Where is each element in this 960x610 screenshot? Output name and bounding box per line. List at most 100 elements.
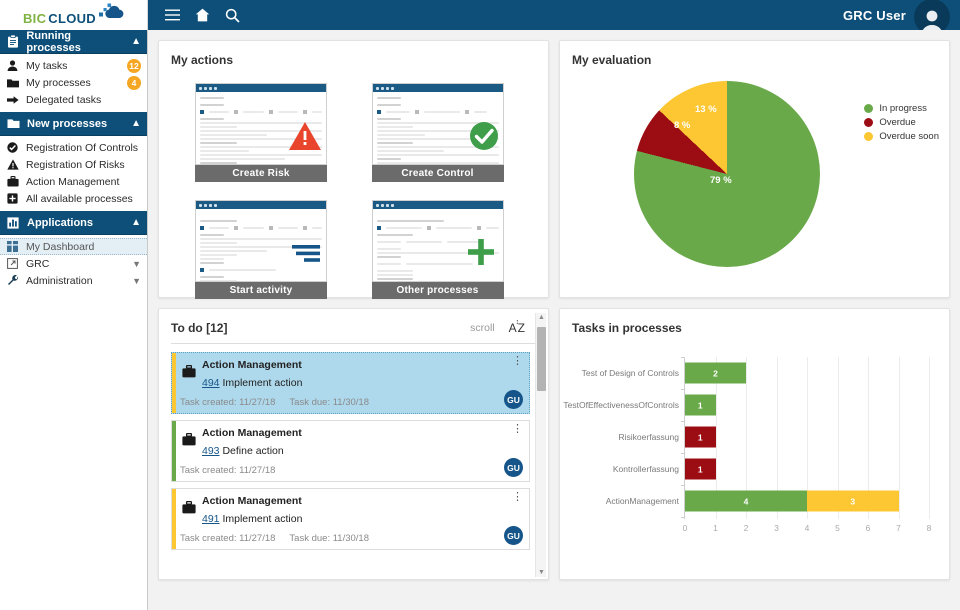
sidebar: Running processes ▲ My tasks 12 My proce… bbox=[0, 30, 148, 610]
sidebar-group-new-processes: Registration Of Controls Registration Of… bbox=[0, 136, 147, 211]
x-tick-label: 2 bbox=[743, 523, 749, 533]
sidebar-item-administration[interactable]: Administration ▼ bbox=[0, 272, 147, 289]
task-process-name: Action Management bbox=[202, 359, 302, 371]
bar-segment-label: 1 bbox=[685, 426, 716, 448]
chevron-down-icon[interactable]: ▼ bbox=[132, 259, 141, 269]
home-icon[interactable] bbox=[194, 7, 210, 23]
top-navigation-bar: GRC User bbox=[148, 0, 960, 35]
todo-scrollbar[interactable]: ▲ ▼ bbox=[535, 313, 546, 577]
task-due-date: Task due: 11/30/18 bbox=[289, 533, 369, 544]
sidebar-item-label: Registration Of Risks bbox=[26, 158, 125, 171]
external-link-icon bbox=[6, 257, 19, 270]
task-process-name: Action Management bbox=[202, 427, 302, 439]
todo-title: To do [12] bbox=[171, 321, 228, 335]
bar-test-of-design-of-controls: 2 bbox=[685, 362, 746, 384]
tasks-in-processes-title: Tasks in processes bbox=[572, 321, 682, 335]
sidebar-group-running-processes: My tasks 12 My processes 4 Delegated tas… bbox=[0, 54, 147, 112]
arrow-right-icon bbox=[6, 93, 19, 106]
warning-triangle-icon bbox=[288, 121, 322, 154]
legend-swatch-overdue bbox=[864, 118, 874, 127]
more-vertical-icon[interactable]: ⋮ bbox=[512, 492, 523, 502]
task-status-stripe bbox=[172, 421, 176, 481]
sidebar-item-all-available-processes[interactable]: All available processes bbox=[0, 190, 147, 207]
briefcase-icon bbox=[6, 175, 19, 188]
sidebar-item-action-management[interactable]: Action Management bbox=[0, 173, 147, 190]
warning-triangle-icon bbox=[6, 158, 19, 171]
task-assignee-avatar[interactable]: GU bbox=[504, 390, 523, 409]
sidebar-section-new-processes[interactable]: New processes ▲ bbox=[0, 112, 147, 136]
task-number-link[interactable]: 493 bbox=[202, 445, 220, 457]
folder-icon bbox=[6, 76, 19, 89]
task-card-491[interactable]: Action Management 491 Implement action T… bbox=[171, 488, 530, 550]
pie-legend: In progress Overdue Overdue soon bbox=[864, 103, 939, 145]
sidebar-section-label: New processes bbox=[27, 117, 108, 130]
bar-category-label: Risikoerfassung bbox=[618, 432, 679, 442]
chevron-up-icon: ▲ bbox=[131, 35, 141, 47]
sidebar-item-label: Registration Of Controls bbox=[26, 141, 139, 154]
todo-scrollbar-thumb[interactable] bbox=[537, 327, 546, 391]
sidebar-group-applications: My Dashboard GRC ▼ Administration ▼ bbox=[0, 235, 147, 293]
task-card-494[interactable]: Action Management 494 Implement action T… bbox=[171, 352, 530, 414]
my-actions-card: My actions Create Risk Create Control St… bbox=[158, 40, 549, 299]
sidebar-item-registration-of-controls[interactable]: Registration Of Controls bbox=[0, 139, 147, 156]
caret-down-icon[interactable]: ▼ bbox=[538, 569, 545, 576]
hamburger-menu-icon[interactable] bbox=[164, 7, 180, 23]
x-tick-label: 1 bbox=[713, 523, 718, 533]
action-tile-start-activity[interactable]: Start activity bbox=[195, 200, 327, 299]
my-evaluation-title: My evaluation bbox=[572, 53, 652, 67]
sidebar-item-delegated-tasks[interactable]: Delegated tasks bbox=[0, 91, 147, 108]
action-tile-thumbnail bbox=[195, 200, 327, 282]
task-assignee-avatar[interactable]: GU bbox=[504, 458, 523, 477]
sidebar-item-my-tasks[interactable]: My tasks 12 bbox=[0, 57, 147, 74]
cloud-icon bbox=[98, 3, 124, 22]
task-card-493[interactable]: Action Management 493 Define action Task… bbox=[171, 420, 530, 482]
more-vertical-icon[interactable]: ⋮ bbox=[512, 424, 523, 434]
my-processes-badge: 4 bbox=[127, 75, 141, 90]
sidebar-section-applications[interactable]: Applications ▲ bbox=[0, 211, 147, 235]
legend-label: Overdue bbox=[879, 117, 916, 128]
bar-test-of-effectiveness-of-controls: 1 bbox=[685, 394, 716, 416]
search-icon[interactable] bbox=[224, 7, 240, 23]
task-created-date: Task created: 11/27/18 bbox=[180, 397, 276, 408]
sidebar-item-label: All available processes bbox=[26, 192, 133, 205]
sidebar-item-label: Administration bbox=[26, 274, 93, 287]
todo-sort-button[interactable]: ↕ AZ bbox=[509, 319, 526, 335]
caret-up-icon[interactable]: ▲ bbox=[538, 314, 545, 321]
chevron-up-icon: ▲ bbox=[131, 216, 141, 228]
sidebar-item-registration-of-risks[interactable]: Registration Of Risks bbox=[0, 156, 147, 173]
todo-scroll-toggle[interactable]: scroll bbox=[470, 322, 495, 334]
my-actions-tiles: Create Risk Create Control Start activit… bbox=[159, 67, 548, 299]
sidebar-item-label: GRC bbox=[26, 257, 50, 270]
my-tasks-badge: 12 bbox=[127, 58, 141, 73]
check-circle-icon bbox=[6, 141, 19, 154]
more-vertical-icon[interactable]: ⋮ bbox=[512, 356, 523, 366]
sidebar-item-label: Delegated tasks bbox=[26, 93, 102, 106]
tasks-in-processes-card: Tasks in processes Test of Design of Con… bbox=[559, 308, 950, 580]
task-number-link[interactable]: 491 bbox=[202, 513, 220, 525]
chevron-down-icon[interactable]: ▼ bbox=[132, 276, 141, 286]
action-tile-other-processes[interactable]: Other processes bbox=[371, 200, 504, 299]
bar-category-label: ActionManagement bbox=[605, 496, 679, 506]
legend-swatch-overdue-soon bbox=[864, 132, 874, 141]
action-tile-create-control[interactable]: Create Control bbox=[371, 83, 504, 182]
brand-logo[interactable]: BIC CLOUD bbox=[0, 0, 148, 30]
task-assignee-avatar[interactable]: GU bbox=[504, 526, 523, 545]
x-tick-label: 3 bbox=[774, 523, 779, 533]
bar-category-label: Test of Design of Controls bbox=[581, 368, 679, 378]
bar-chart-icon bbox=[6, 216, 20, 230]
sidebar-item-my-processes[interactable]: My processes 4 bbox=[0, 74, 147, 91]
chevron-up-icon: ▲ bbox=[131, 117, 141, 129]
task-number-link[interactable]: 494 bbox=[202, 377, 220, 389]
brand-name-cloud: CLOUD bbox=[48, 10, 96, 26]
task-status-stripe bbox=[172, 489, 176, 549]
tasks-bar-chart: Test of Design of Controls 2 TestOfEffec… bbox=[560, 339, 949, 564]
task-due-date: Task due: 11/30/18 bbox=[289, 397, 369, 408]
sidebar-section-running-processes[interactable]: Running processes ▲ bbox=[0, 30, 147, 54]
sidebar-item-grc[interactable]: GRC ▼ bbox=[0, 255, 147, 272]
sidebar-item-my-dashboard[interactable]: My Dashboard bbox=[0, 238, 147, 255]
action-tile-create-risk[interactable]: Create Risk bbox=[195, 83, 327, 182]
legend-item: Overdue bbox=[864, 117, 939, 128]
action-tile-label: Create Control bbox=[371, 165, 504, 182]
bar-chart-plot: Test of Design of Controls 2 TestOfEffec… bbox=[563, 357, 931, 533]
action-tile-thumbnail bbox=[371, 83, 504, 165]
